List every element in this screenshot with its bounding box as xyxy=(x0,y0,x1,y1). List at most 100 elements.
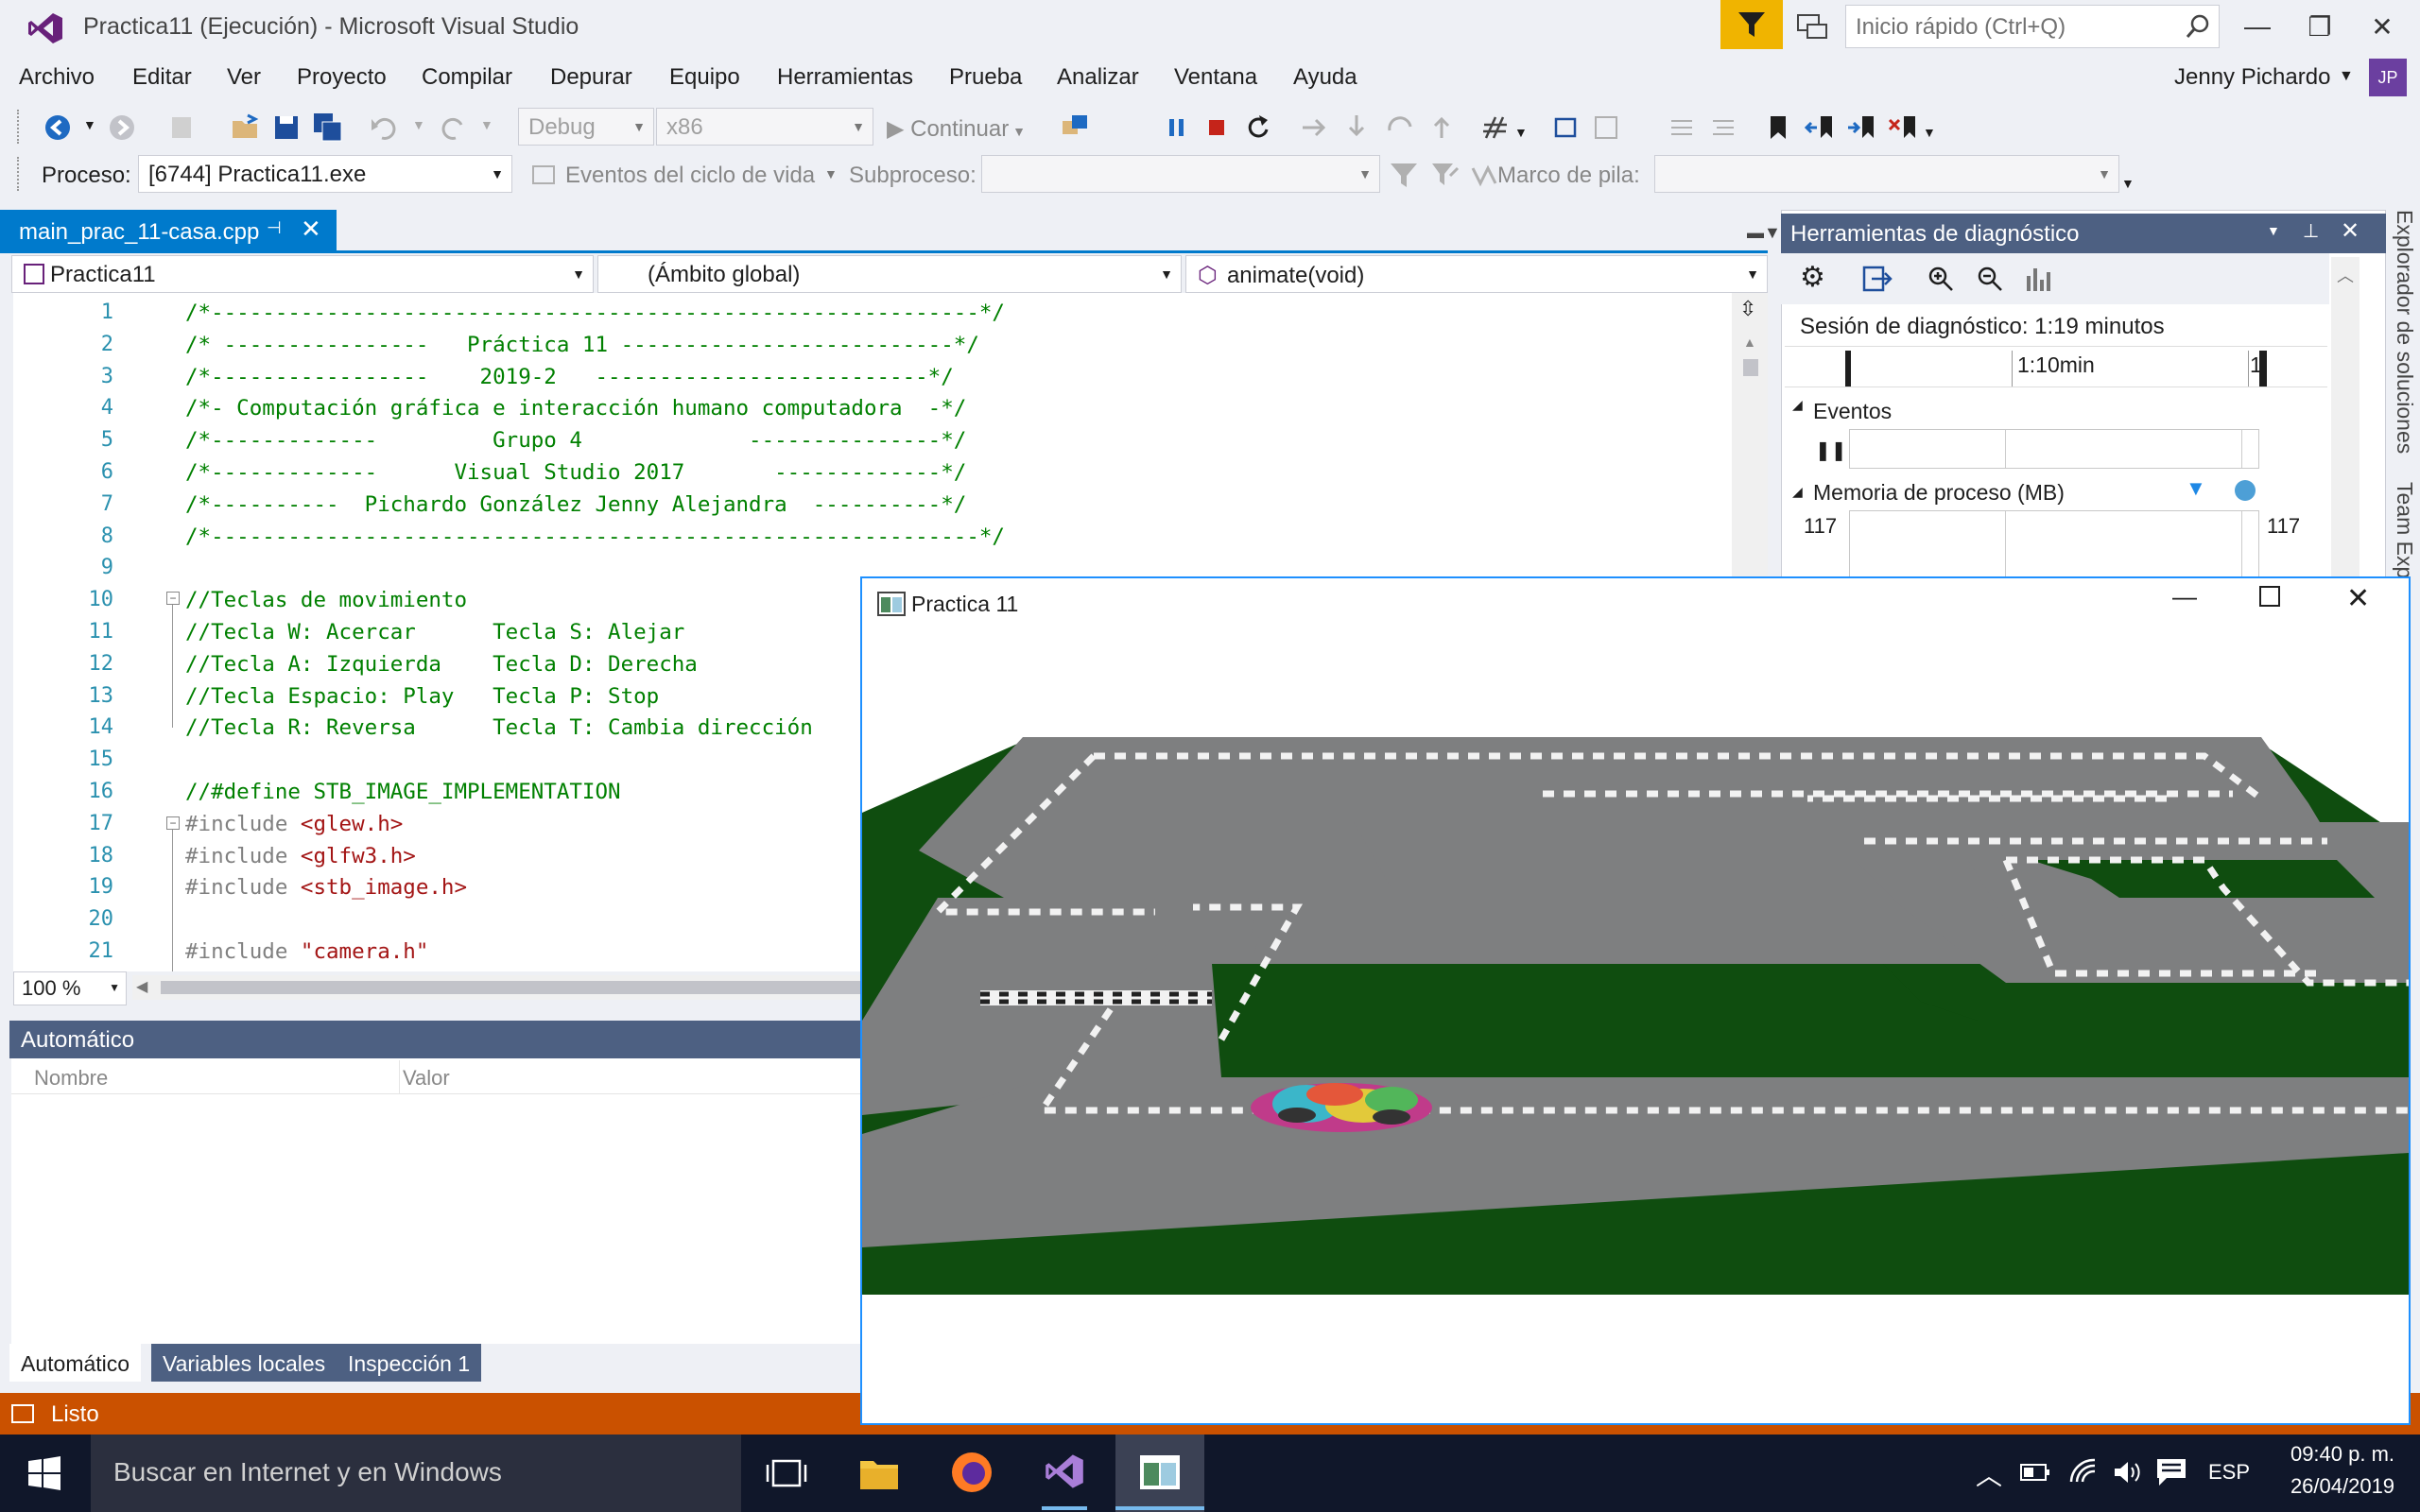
code-line[interactable]: /*--------------------------------------… xyxy=(185,524,1005,549)
save-all-icon[interactable] xyxy=(312,112,344,144)
menu-ventana[interactable]: Ventana xyxy=(1174,64,1257,91)
windows-start-icon[interactable] xyxy=(26,1455,62,1491)
next-bookmark-icon[interactable] xyxy=(1845,112,1877,144)
code-line[interactable]: //Tecla A: Izquierda Tecla D: Derecha xyxy=(185,652,698,677)
show-next-statement-icon[interactable] xyxy=(1299,112,1331,144)
export-icon[interactable] xyxy=(1862,265,1893,293)
project-navigation-select[interactable]: Practica11 ▼ xyxy=(11,255,594,293)
input-language[interactable]: ESP xyxy=(2208,1460,2250,1485)
tab-autos[interactable]: Automático xyxy=(9,1344,142,1382)
firefox-icon[interactable] xyxy=(949,1450,994,1495)
show-flagged-threads-icon[interactable] xyxy=(1429,159,1461,191)
forward-icon[interactable] xyxy=(106,112,138,144)
code-line[interactable]: //#define STB_IMAGE_IMPLEMENTATION xyxy=(185,780,621,804)
game-window-title-bar[interactable]: Practica 11 — ✕ xyxy=(862,578,2409,629)
hex-display-icon[interactable] xyxy=(1480,112,1512,144)
code-line[interactable]: //Tecla W: Acercar Tecla S: Alejar xyxy=(185,620,684,644)
undo-dropdown-icon[interactable]: ▼ xyxy=(412,117,425,132)
code-line[interactable]: #include <glfw3.h> xyxy=(185,844,416,868)
code-line[interactable]: /* ---------------- Práctica 11 --------… xyxy=(185,333,979,357)
volume-icon[interactable] xyxy=(2112,1457,2142,1487)
thread-icon[interactable] xyxy=(1548,112,1581,144)
toolbar-grip[interactable] xyxy=(17,110,21,144)
menu-compilar[interactable]: Compilar xyxy=(422,64,512,91)
redo-dropdown-icon[interactable]: ▼ xyxy=(480,117,493,132)
taskbar-search-input[interactable]: Buscar en Internet y en Windows xyxy=(91,1435,741,1512)
save-icon[interactable] xyxy=(270,112,302,144)
menu-ver[interactable]: Ver xyxy=(227,64,261,91)
notifications-filter-button[interactable] xyxy=(1720,0,1783,49)
stack-frame-select[interactable]: ▼ xyxy=(1654,155,2119,193)
scroll-up-icon[interactable]: ︿ xyxy=(2337,263,2354,287)
timeline-ruler[interactable]: 1:10min 1 xyxy=(1785,346,2327,387)
menu-archivo[interactable]: Archivo xyxy=(19,64,95,91)
column-header-value[interactable]: Valor xyxy=(403,1066,450,1091)
game-minimize-button[interactable]: — xyxy=(2172,582,2197,611)
menu-proyecto[interactable]: Proyecto xyxy=(297,64,387,91)
menu-depurar[interactable]: Depurar xyxy=(550,64,632,91)
opengl-viewport[interactable] xyxy=(862,737,2409,1295)
open-file-icon[interactable] xyxy=(229,112,261,144)
scope-navigation-select[interactable]: (Ámbito global) ▼ xyxy=(597,255,1182,293)
code-line[interactable]: /*----------------- 2019-2 -------------… xyxy=(185,365,954,389)
pause-events-icon[interactable]: ❚❚ xyxy=(1815,438,1847,462)
horizontal-scroll-thumb[interactable] xyxy=(161,981,879,994)
attach-icon[interactable] xyxy=(1059,112,1091,144)
close-tab-icon[interactable]: ✕ xyxy=(301,215,321,244)
solution-platform-select[interactable]: x86 ▼ xyxy=(656,108,873,146)
pause-icon[interactable] xyxy=(1161,112,1193,144)
solution-config-select[interactable]: Debug ▼ xyxy=(518,108,654,146)
toolbar-overflow-icon[interactable]: ▼ xyxy=(2121,176,2135,191)
zoom-out-icon[interactable] xyxy=(1976,265,2004,293)
step-over-icon[interactable] xyxy=(1384,112,1416,144)
document-tab[interactable]: main_prac_11-casa.cpp ⊣ ✕ xyxy=(0,210,337,251)
scroll-up-icon[interactable]: ▲ xyxy=(1743,335,1756,350)
code-line[interactable]: //Tecla R: Reversa Tecla T: Cambia direc… xyxy=(185,715,813,740)
split-view-icon[interactable]: ⇳ xyxy=(1739,297,1756,321)
redo-icon[interactable] xyxy=(437,112,469,144)
tab-watch-1[interactable]: Inspección 1 xyxy=(337,1344,482,1382)
memory-chart[interactable] xyxy=(1849,510,2259,578)
zoom-select[interactable]: 100 % ▼ xyxy=(13,971,127,1005)
uncomment-icon[interactable] xyxy=(1707,112,1739,144)
code-line[interactable]: //Teclas de movimiento xyxy=(185,588,467,612)
continue-button[interactable]: ▶ Continuar ▼ xyxy=(879,110,1051,147)
back-icon[interactable] xyxy=(42,112,74,144)
timeline-end-handle[interactable] xyxy=(2259,351,2267,387)
fold-collapse-icon[interactable]: − xyxy=(166,816,180,830)
menu-prueba[interactable]: Prueba xyxy=(949,64,1022,91)
code-line[interactable]: /*------------- Visual Studio 2017 -----… xyxy=(185,460,966,485)
new-project-icon[interactable] xyxy=(166,112,199,144)
user-name[interactable]: Jenny Pichardo xyxy=(2174,64,2330,91)
window-menu-icon[interactable]: ▼ xyxy=(2267,223,2280,238)
file-explorer-icon[interactable] xyxy=(856,1452,902,1493)
tab-locals[interactable]: Variables locales xyxy=(151,1344,337,1382)
game-maximize-button[interactable] xyxy=(2259,586,2280,607)
game-close-button[interactable]: ✕ xyxy=(2346,582,2370,615)
notifications-icon[interactable] xyxy=(2155,1457,2187,1487)
menu-equipo[interactable]: Equipo xyxy=(669,64,740,91)
menu-ayuda[interactable]: Ayuda xyxy=(1293,64,1357,91)
stop-icon[interactable] xyxy=(1201,112,1233,144)
previous-bookmark-icon[interactable] xyxy=(1804,112,1836,144)
collapse-icon[interactable]: ◢ xyxy=(1792,397,1803,413)
code-line[interactable]: #include "camera.h" xyxy=(185,939,428,964)
chart-icon[interactable] xyxy=(2025,263,2053,293)
events-track[interactable] xyxy=(1849,429,2259,469)
code-line[interactable]: #include <glew.h> xyxy=(185,812,403,836)
clock-time[interactable]: 09:40 p. m. xyxy=(2276,1442,2409,1467)
tab-solution-explorer[interactable]: Explorador de soluciones xyxy=(2392,210,2417,454)
code-line[interactable]: #include <stb_image.h> xyxy=(185,875,467,900)
menu-herramientas[interactable]: Herramientas xyxy=(777,64,913,91)
toolbar-overflow-icon[interactable]: ▼ xyxy=(1514,125,1528,140)
comment-icon[interactable] xyxy=(1666,112,1698,144)
scroll-thumb[interactable] xyxy=(1743,359,1758,376)
toolbar-grip[interactable] xyxy=(17,157,21,191)
pin-icon[interactable]: ⊣ xyxy=(267,218,282,238)
diagnostic-scrollbar[interactable]: ︿ xyxy=(2331,257,2360,578)
visual-studio-taskbar-icon[interactable] xyxy=(1044,1452,1085,1491)
tab-team-explorer[interactable]: Team Exp xyxy=(2392,482,2417,578)
code-line[interactable]: /*---------- Pichardo González Jenny Ale… xyxy=(185,492,966,517)
thread-select[interactable]: ▼ xyxy=(981,155,1380,193)
collapse-icon[interactable]: ◢ xyxy=(1792,484,1803,500)
